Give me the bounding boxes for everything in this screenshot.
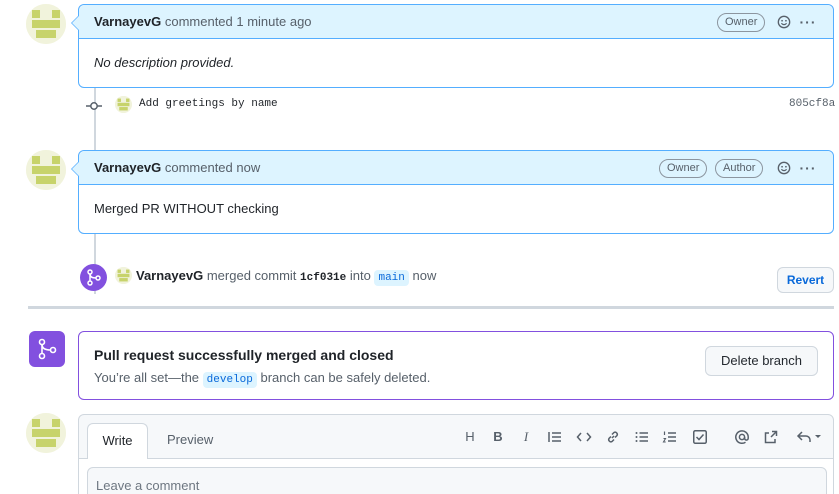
tab-write[interactable]: Write: [87, 423, 148, 459]
comment-placeholder: Leave a comment: [96, 478, 200, 493]
comment-body: No description provided.: [79, 39, 833, 70]
author-badge: Author: [715, 159, 764, 178]
commit-sha[interactable]: 805cf8a: [789, 98, 835, 110]
tasklist-icon[interactable]: [692, 428, 708, 446]
commit-icon: [86, 98, 102, 114]
merge-avatar[interactable]: [115, 267, 132, 284]
merged-title: Pull request successfully merged and clo…: [94, 347, 394, 363]
comment-header: VarnayevG commented 1 minute ago Owner ·…: [79, 5, 833, 39]
smiley-icon[interactable]: [775, 13, 793, 31]
heading-icon[interactable]: H: [462, 428, 478, 446]
timeline-divider: [28, 306, 834, 309]
ordered-list-icon[interactable]: [662, 428, 678, 446]
comment-author[interactable]: VarnayevG: [94, 14, 161, 29]
owner-badge: Owner: [659, 159, 708, 178]
comment-timestamp[interactable]: commented 1 minute ago: [165, 14, 312, 29]
comment-author[interactable]: VarnayevG: [94, 160, 161, 175]
tab-write-label: Write: [102, 433, 133, 448]
merge-label: merged commit: [206, 268, 297, 283]
target-branch[interactable]: main: [374, 270, 409, 286]
avatar[interactable]: [26, 413, 66, 453]
cross-reference-icon[interactable]: [763, 428, 779, 446]
subtitle-prefix: You’re all set—the: [94, 370, 200, 385]
code-icon[interactable]: [576, 428, 592, 446]
source-branch[interactable]: develop: [202, 372, 257, 388]
merge-commit-sha[interactable]: 1cf031e: [300, 272, 346, 284]
comment-timestamp[interactable]: commented now: [165, 160, 260, 175]
reply-icon[interactable]: [796, 428, 824, 446]
avatar[interactable]: [26, 4, 66, 44]
merged-status-box: Pull request successfully merged and clo…: [78, 331, 834, 400]
commit-avatar[interactable]: [115, 96, 132, 113]
tab-preview-label: Preview: [167, 432, 214, 447]
merge-event-text: VarnayevG merged commit 1cf031e into mai…: [136, 268, 437, 286]
comment-box: VarnayevG commented 1 minute ago Owner ·…: [71, 4, 834, 88]
revert-button[interactable]: Revert: [777, 267, 834, 293]
kebab-icon[interactable]: ···: [799, 13, 817, 31]
avatar[interactable]: [26, 150, 66, 190]
kebab-icon[interactable]: ···: [799, 159, 817, 177]
comment-caret: [71, 15, 79, 31]
comment-header: VarnayevG commented now Owner Author ···: [79, 151, 833, 185]
merge-author[interactable]: VarnayevG: [136, 268, 203, 283]
smiley-icon[interactable]: [775, 159, 793, 177]
comment-textarea[interactable]: Leave a comment: [87, 467, 827, 494]
merge-time[interactable]: now: [413, 268, 437, 283]
commit-message[interactable]: Add greetings by name: [139, 98, 278, 110]
merged-status-icon: [29, 331, 65, 367]
comment-text: No description provided.: [94, 55, 235, 70]
merge-icon: [80, 264, 107, 291]
italic-icon[interactable]: I: [518, 428, 534, 446]
comment-editor: Write Preview Leave a comment: [78, 414, 834, 494]
into-label: into: [349, 268, 371, 283]
comment-body: Merged PR WITHOUT checking: [79, 185, 833, 216]
mention-icon[interactable]: [734, 428, 750, 446]
link-icon[interactable]: [605, 428, 621, 446]
bold-icon[interactable]: B: [490, 428, 506, 446]
comment-box: VarnayevG commented now Owner Author ···…: [71, 150, 834, 234]
tab-preview[interactable]: Preview: [159, 423, 221, 459]
quote-icon[interactable]: [547, 428, 563, 446]
unordered-list-icon[interactable]: [634, 428, 650, 446]
owner-badge: Owner: [717, 13, 766, 32]
merged-subtitle: You’re all set—the develop branch can be…: [94, 370, 431, 388]
comment-text: Merged PR WITHOUT checking: [94, 201, 279, 216]
delete-branch-button[interactable]: Delete branch: [705, 346, 818, 376]
subtitle-suffix: branch can be safely deleted.: [260, 370, 431, 385]
comment-caret: [71, 161, 79, 177]
